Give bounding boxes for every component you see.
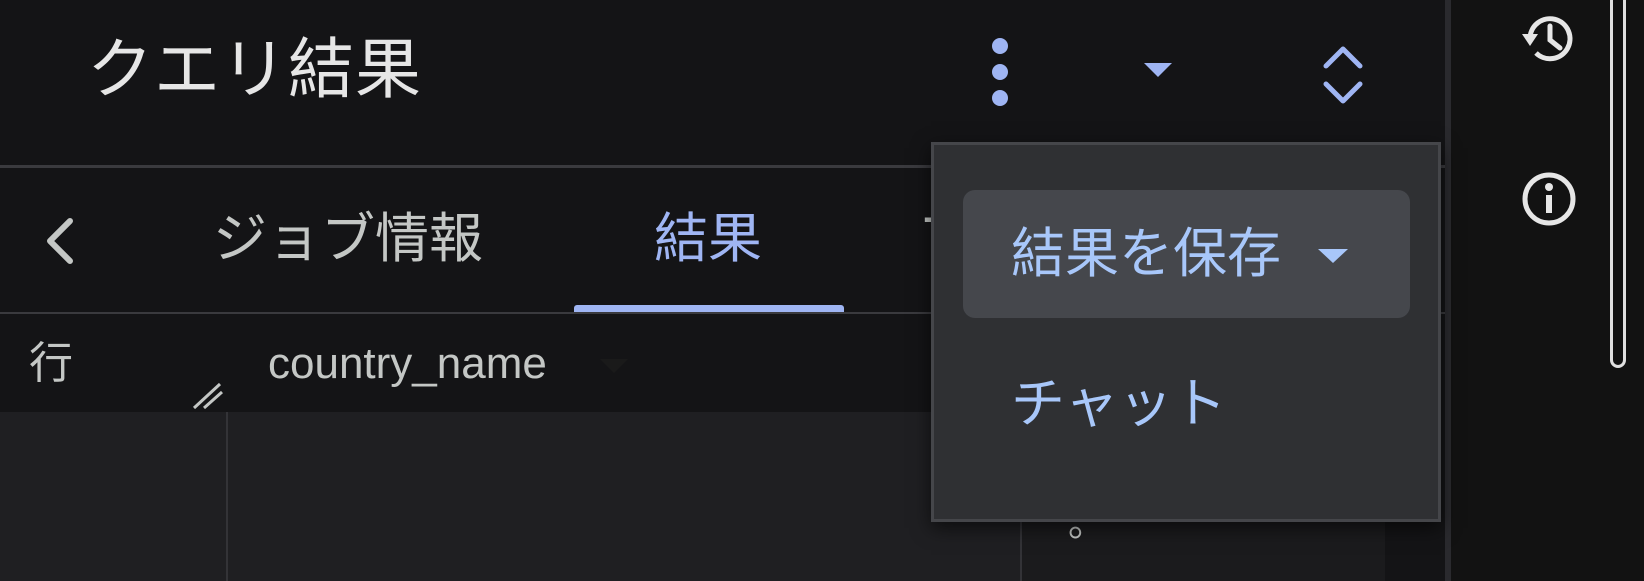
sort-dropdown-icon[interactable] — [598, 357, 630, 375]
menu-item-chat[interactable]: チャット — [963, 340, 1410, 468]
arrow-drop-down-icon — [1318, 249, 1348, 263]
tab-job-info[interactable]: ジョブ情報 — [213, 203, 483, 275]
scrollbar[interactable] — [1610, 0, 1626, 368]
menu-item-label: チャット — [1011, 372, 1227, 435]
history-icon[interactable] — [1518, 8, 1580, 70]
page-title: クエリ結果 — [87, 31, 422, 108]
more-vert-icon[interactable] — [985, 38, 1015, 106]
app-root: クエリ結果 ジョブ情報 結果 T 行 country_name 。 — [0, 0, 1644, 581]
chevron-left-icon[interactable] — [40, 215, 80, 267]
arrow-drop-down-icon[interactable] — [1138, 55, 1178, 85]
unfold-more-icon[interactable] — [1320, 44, 1366, 106]
menu-item-label: 結果を保存 — [1011, 222, 1281, 285]
column-resize-handle[interactable] — [190, 380, 226, 410]
info-icon[interactable] — [1518, 168, 1580, 230]
row-number-header: 行 — [29, 338, 73, 389]
column-header-country-name[interactable]: country_name — [268, 336, 547, 392]
column-divider — [226, 412, 228, 581]
active-tab-indicator — [574, 305, 844, 312]
menu-item-save-results[interactable]: 結果を保存 — [963, 190, 1410, 318]
tab-results[interactable]: 結果 — [654, 203, 762, 275]
